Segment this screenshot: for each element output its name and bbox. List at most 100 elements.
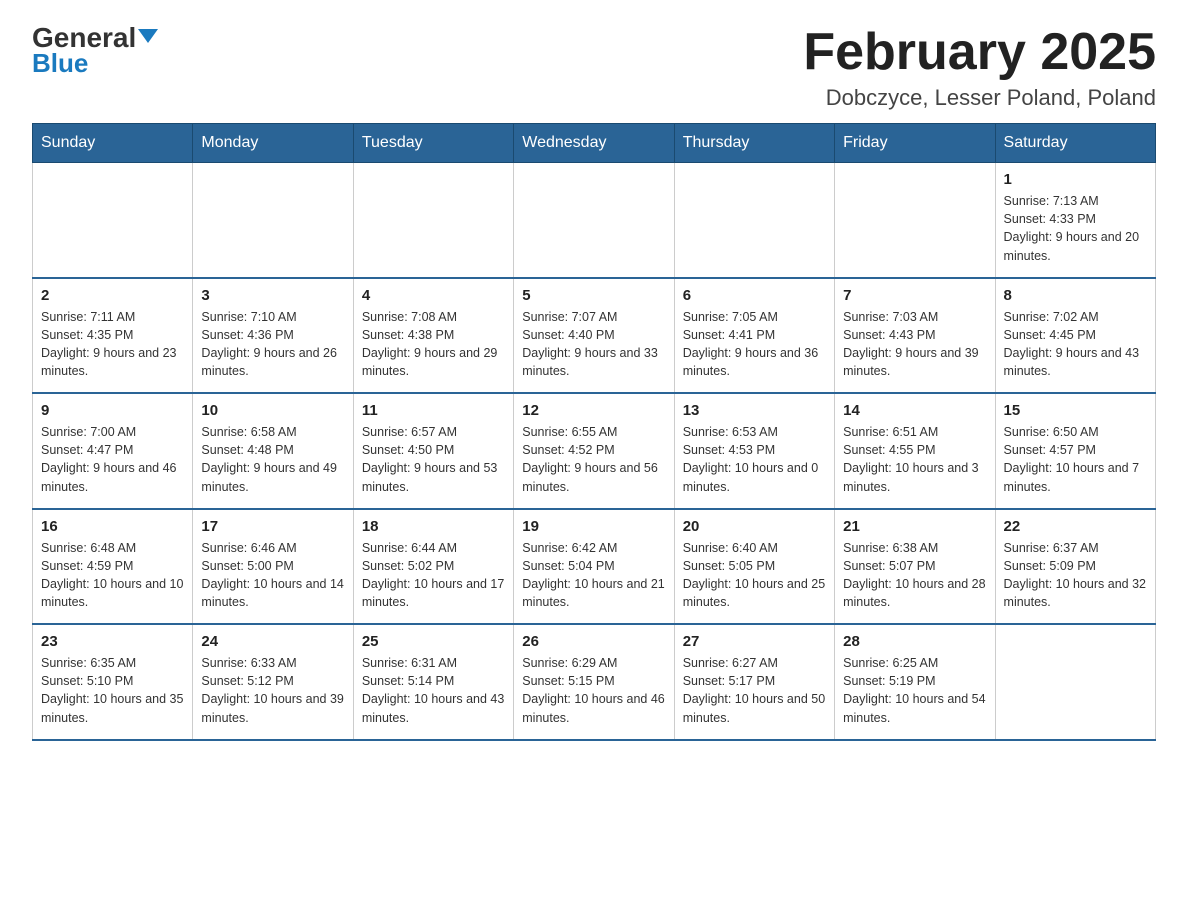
day-info: Sunrise: 6:25 AMSunset: 5:19 PMDaylight:… — [843, 654, 986, 727]
header-wednesday: Wednesday — [514, 124, 674, 163]
day-number: 2 — [41, 287, 184, 304]
day-number: 22 — [1004, 518, 1147, 535]
calendar-cell: 7 Sunrise: 7:03 AMSunset: 4:43 PMDaylight… — [835, 278, 995, 394]
week-row-1: 2 Sunrise: 7:11 AMSunset: 4:35 PMDaylight… — [33, 278, 1156, 394]
day-number: 18 — [362, 518, 505, 535]
day-number: 11 — [362, 402, 505, 419]
day-number: 23 — [41, 633, 184, 650]
calendar-cell: 26 Sunrise: 6:29 AMSunset: 5:15 PMDayligh… — [514, 624, 674, 740]
calendar-cell: 15 Sunrise: 6:50 AMSunset: 4:57 PMDayligh… — [995, 393, 1155, 509]
week-row-0: 1 Sunrise: 7:13 AMSunset: 4:33 PMDaylight… — [33, 163, 1156, 278]
calendar-table: SundayMondayTuesdayWednesdayThursdayFrid… — [32, 123, 1156, 741]
day-info: Sunrise: 7:03 AMSunset: 4:43 PMDaylight:… — [843, 308, 986, 381]
day-number: 10 — [201, 402, 344, 419]
day-info: Sunrise: 7:13 AMSunset: 4:33 PMDaylight:… — [1004, 192, 1147, 265]
calendar-cell: 8Sunrise: 7:02 AMSunset: 4:45 PMDaylight… — [995, 278, 1155, 394]
calendar-cell: 10 Sunrise: 6:58 AMSunset: 4:48 PMDayligh… — [193, 393, 353, 509]
calendar-cell — [193, 163, 353, 278]
day-info: Sunrise: 6:46 AMSunset: 5:00 PMDaylight:… — [201, 539, 344, 612]
day-number: 5 — [522, 287, 665, 304]
day-info: Sunrise: 6:57 AMSunset: 4:50 PMDaylight:… — [362, 423, 505, 496]
calendar-cell: 19Sunrise: 6:42 AMSunset: 5:04 PMDayligh… — [514, 509, 674, 625]
calendar-cell: 2 Sunrise: 7:11 AMSunset: 4:35 PMDaylight… — [33, 278, 193, 394]
day-info: Sunrise: 6:38 AMSunset: 5:07 PMDaylight:… — [843, 539, 986, 612]
header-row: SundayMondayTuesdayWednesdayThursdayFrid… — [33, 124, 1156, 163]
day-number: 15 — [1004, 402, 1147, 419]
day-number: 4 — [362, 287, 505, 304]
week-row-4: 23 Sunrise: 6:35 AMSunset: 5:10 PMDayligh… — [33, 624, 1156, 740]
day-number: 26 — [522, 633, 665, 650]
header-monday: Monday — [193, 124, 353, 163]
day-info: Sunrise: 7:11 AMSunset: 4:35 PMDaylight:… — [41, 308, 184, 381]
calendar-cell: 23 Sunrise: 6:35 AMSunset: 5:10 PMDayligh… — [33, 624, 193, 740]
day-number: 24 — [201, 633, 344, 650]
calendar-cell: 6 Sunrise: 7:05 AMSunset: 4:41 PMDaylight… — [674, 278, 834, 394]
calendar-cell: 22Sunrise: 6:37 AMSunset: 5:09 PMDayligh… — [995, 509, 1155, 625]
calendar-cell — [995, 624, 1155, 740]
week-row-3: 16Sunrise: 6:48 AMSunset: 4:59 PMDayligh… — [33, 509, 1156, 625]
calendar-cell — [353, 163, 513, 278]
day-number: 25 — [362, 633, 505, 650]
day-number: 28 — [843, 633, 986, 650]
day-info: Sunrise: 7:07 AMSunset: 4:40 PMDaylight:… — [522, 308, 665, 381]
day-info: Sunrise: 7:08 AMSunset: 4:38 PMDaylight:… — [362, 308, 505, 381]
day-number: 27 — [683, 633, 826, 650]
calendar-cell — [33, 163, 193, 278]
calendar-cell: 14Sunrise: 6:51 AMSunset: 4:55 PMDayligh… — [835, 393, 995, 509]
calendar-cell: 3 Sunrise: 7:10 AMSunset: 4:36 PMDaylight… — [193, 278, 353, 394]
day-info: Sunrise: 7:00 AMSunset: 4:47 PMDaylight:… — [41, 423, 184, 496]
calendar-cell: 1 Sunrise: 7:13 AMSunset: 4:33 PMDaylight… — [995, 163, 1155, 278]
day-number: 14 — [843, 402, 986, 419]
day-number: 3 — [201, 287, 344, 304]
day-info: Sunrise: 6:35 AMSunset: 5:10 PMDaylight:… — [41, 654, 184, 727]
calendar-cell: 12 Sunrise: 6:55 AMSunset: 4:52 PMDayligh… — [514, 393, 674, 509]
header-friday: Friday — [835, 124, 995, 163]
day-number: 8 — [1004, 287, 1147, 304]
day-info: Sunrise: 6:29 AMSunset: 5:15 PMDaylight:… — [522, 654, 665, 727]
day-number: 17 — [201, 518, 344, 535]
calendar-cell: 28 Sunrise: 6:25 AMSunset: 5:19 PMDayligh… — [835, 624, 995, 740]
calendar-cell: 16Sunrise: 6:48 AMSunset: 4:59 PMDayligh… — [33, 509, 193, 625]
calendar-cell — [514, 163, 674, 278]
calendar-cell: 21 Sunrise: 6:38 AMSunset: 5:07 PMDayligh… — [835, 509, 995, 625]
day-number: 12 — [522, 402, 665, 419]
header-sunday: Sunday — [33, 124, 193, 163]
day-number: 19 — [522, 518, 665, 535]
day-number: 13 — [683, 402, 826, 419]
calendar-cell: 13 Sunrise: 6:53 AMSunset: 4:53 PMDayligh… — [674, 393, 834, 509]
day-info: Sunrise: 6:53 AMSunset: 4:53 PMDaylight:… — [683, 423, 826, 496]
calendar-body: 1 Sunrise: 7:13 AMSunset: 4:33 PMDaylight… — [33, 163, 1156, 740]
calendar-cell: 5 Sunrise: 7:07 AMSunset: 4:40 PMDaylight… — [514, 278, 674, 394]
day-info: Sunrise: 7:10 AMSunset: 4:36 PMDaylight:… — [201, 308, 344, 381]
calendar-header: SundayMondayTuesdayWednesdayThursdayFrid… — [33, 124, 1156, 163]
day-number: 9 — [41, 402, 184, 419]
calendar-cell: 4 Sunrise: 7:08 AMSunset: 4:38 PMDaylight… — [353, 278, 513, 394]
day-info: Sunrise: 6:33 AMSunset: 5:12 PMDaylight:… — [201, 654, 344, 727]
week-row-2: 9 Sunrise: 7:00 AMSunset: 4:47 PMDaylight… — [33, 393, 1156, 509]
calendar-cell: 20Sunrise: 6:40 AMSunset: 5:05 PMDayligh… — [674, 509, 834, 625]
day-info: Sunrise: 7:05 AMSunset: 4:41 PMDaylight:… — [683, 308, 826, 381]
day-number: 1 — [1004, 171, 1147, 188]
day-info: Sunrise: 6:50 AMSunset: 4:57 PMDaylight:… — [1004, 423, 1147, 496]
day-info: Sunrise: 6:44 AMSunset: 5:02 PMDaylight:… — [362, 539, 505, 612]
day-number: 6 — [683, 287, 826, 304]
day-number: 16 — [41, 518, 184, 535]
day-number: 7 — [843, 287, 986, 304]
day-number: 21 — [843, 518, 986, 535]
title-block: February 2025 Dobczyce, Lesser Poland, P… — [803, 24, 1156, 111]
day-info: Sunrise: 6:55 AMSunset: 4:52 PMDaylight:… — [522, 423, 665, 496]
calendar-cell — [674, 163, 834, 278]
page-subtitle: Dobczyce, Lesser Poland, Poland — [803, 85, 1156, 111]
day-info: Sunrise: 6:31 AMSunset: 5:14 PMDaylight:… — [362, 654, 505, 727]
calendar-cell: 27Sunrise: 6:27 AMSunset: 5:17 PMDayligh… — [674, 624, 834, 740]
page-header: General Blue February 2025 Dobczyce, Les… — [32, 24, 1156, 111]
calendar-cell: 17 Sunrise: 6:46 AMSunset: 5:00 PMDayligh… — [193, 509, 353, 625]
calendar-cell: 24 Sunrise: 6:33 AMSunset: 5:12 PMDayligh… — [193, 624, 353, 740]
logo-triangle-icon — [138, 29, 158, 43]
day-info: Sunrise: 6:58 AMSunset: 4:48 PMDaylight:… — [201, 423, 344, 496]
calendar-cell — [835, 163, 995, 278]
logo: General Blue — [32, 24, 158, 79]
calendar-cell: 25 Sunrise: 6:31 AMSunset: 5:14 PMDayligh… — [353, 624, 513, 740]
header-saturday: Saturday — [995, 124, 1155, 163]
logo-blue: Blue — [32, 48, 88, 79]
